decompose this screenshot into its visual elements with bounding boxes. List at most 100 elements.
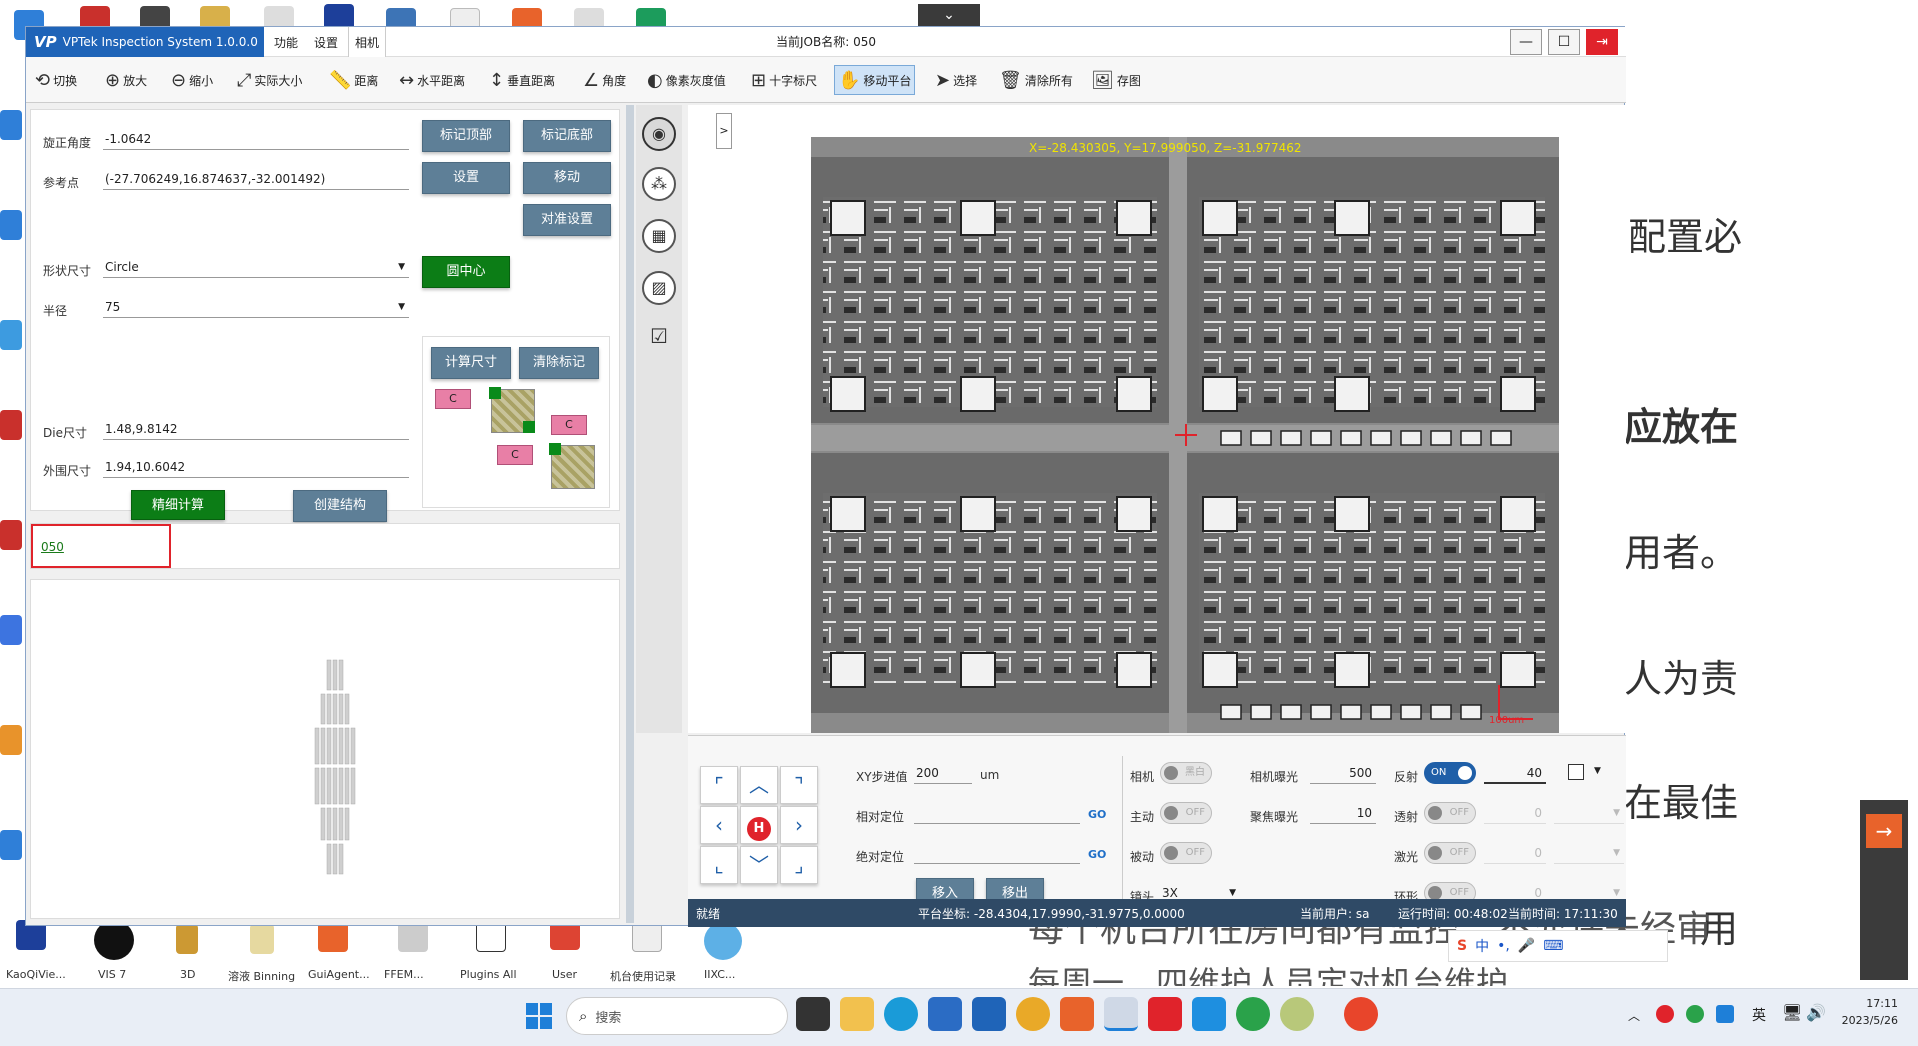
camera-mode-toggle[interactable]: 黑白 — [1160, 762, 1212, 784]
tool-vertical-distance[interactable]: ↕ 垂直距离 — [486, 65, 558, 95]
tool-actual-size[interactable]: ⤢ 实际大小 — [234, 65, 305, 95]
menu-function[interactable]: 功能 — [274, 34, 298, 51]
desktop-icon[interactable] — [0, 520, 22, 550]
laser-input[interactable]: 0 — [1484, 842, 1546, 864]
tool-clear-all[interactable]: 🗑 清除所有 — [996, 65, 1076, 95]
tool-zoom-out[interactable]: ⊖ 缩小 — [168, 65, 216, 95]
grid-icon[interactable]: ▦ — [642, 219, 676, 253]
mail-icon[interactable] — [972, 997, 1006, 1031]
app-icon[interactable] — [1192, 997, 1226, 1031]
image-icon[interactable]: ▨ — [642, 271, 676, 305]
job-item-highlight[interactable]: 050 — [31, 524, 171, 568]
die-size-input[interactable]: 1.48,9.8142 — [103, 418, 409, 440]
app-icon[interactable] — [1344, 997, 1378, 1031]
home-button[interactable]: H — [740, 806, 778, 844]
xy-step-input[interactable]: 200 — [914, 762, 972, 784]
ime-language[interactable]: 英 — [1752, 1005, 1766, 1025]
ime-toolbar[interactable]: S 中 •, 🎤 ⌨ — [1448, 930, 1668, 962]
desktop-icon[interactable] — [0, 830, 22, 860]
desktop-icon[interactable] — [0, 410, 22, 440]
laser-select[interactable]: ▼ — [1554, 842, 1624, 864]
tray-icon[interactable] — [1716, 1005, 1734, 1023]
setup-button[interactable]: 设置 — [422, 162, 510, 194]
absolute-position-input[interactable] — [914, 842, 1080, 864]
align-setup-button[interactable]: 对准设置 — [523, 204, 611, 236]
transmit-toggle[interactable]: OFF — [1424, 802, 1476, 824]
clear-mark-button[interactable]: 清除标记 — [519, 347, 599, 379]
desktop-icon[interactable] — [250, 924, 274, 954]
desktop-icon[interactable] — [398, 922, 428, 952]
tray-icon[interactable] — [1686, 1005, 1704, 1023]
tool-zoom-in[interactable]: ⊕ 放大 — [102, 65, 150, 95]
wps-icon[interactable] — [1148, 997, 1182, 1031]
relative-position-input[interactable] — [914, 802, 1080, 824]
tool-crosshair[interactable]: ⊞ 十字标尺 — [748, 65, 820, 95]
checklist-icon[interactable]: ☑ — [642, 321, 676, 355]
minimize-icon[interactable]: — — [1510, 29, 1542, 55]
edge-icon[interactable] — [884, 997, 918, 1031]
camera-image[interactable]: X=-28.430305, Y=17.999050, Z=-31.977462 … — [811, 137, 1559, 733]
desktop-icon[interactable] — [476, 922, 506, 952]
splitter[interactable] — [626, 105, 634, 923]
jog-up-right-icon[interactable]: ⌝ — [780, 766, 818, 804]
chevron-down-icon[interactable]: ⌄ — [918, 4, 980, 26]
expand-button[interactable]: > — [716, 113, 732, 149]
desktop-icon[interactable] — [0, 725, 22, 755]
tool-select[interactable]: ➤ 选择 — [932, 65, 980, 95]
laser-toggle[interactable]: OFF — [1424, 842, 1476, 864]
transmit-select[interactable]: ▼ — [1554, 802, 1624, 824]
color-picker[interactable] — [1568, 764, 1584, 780]
jog-up-left-icon[interactable]: ⌜ — [700, 766, 738, 804]
vptek-taskbar-icon[interactable] — [1104, 997, 1138, 1031]
precise-calc-button[interactable]: 精细计算 — [131, 490, 225, 520]
bga-icon[interactable]: ⁂ — [642, 167, 676, 201]
tool-angle[interactable]: ∠ 角度 — [580, 65, 629, 95]
speaker-icon[interactable]: 🔊 — [1806, 1003, 1826, 1022]
taskview-icon[interactable] — [796, 997, 830, 1031]
windows-start-icon[interactable] — [526, 1003, 552, 1029]
maximize-icon[interactable]: ☐ — [1548, 29, 1580, 55]
relative-go-button[interactable]: GO — [1088, 808, 1106, 821]
desktop-icon[interactable] — [0, 615, 22, 645]
tool-gray-value[interactable]: ◐ 像素灰度值 — [644, 65, 729, 95]
wechat-icon[interactable] — [1236, 997, 1270, 1031]
jog-down-right-icon[interactable]: ⌟ — [780, 846, 818, 884]
radius-select[interactable]: 75 ▼ — [103, 296, 409, 318]
jog-down-icon[interactable]: ﹀ — [740, 846, 778, 884]
tool-move-platform[interactable]: ✋ 移动平台 — [834, 65, 916, 95]
desktop-icon[interactable] — [632, 922, 662, 952]
ref-point-input[interactable]: (-27.706249,16.874637,-32.001492) — [103, 168, 409, 190]
reflect-input[interactable]: 40 — [1484, 762, 1546, 784]
chevron-up-icon[interactable]: ︿ — [1628, 1007, 1640, 1024]
job-link[interactable]: 050 — [41, 540, 64, 554]
arrow-right-icon[interactable]: → — [1866, 814, 1902, 848]
taskbar-clock[interactable]: 17:11 2023/5/26 — [1836, 997, 1898, 1027]
menu-camera[interactable]: 相机 — [348, 27, 387, 57]
outer-size-input[interactable]: 1.94,10.6042 — [103, 456, 409, 478]
store-icon[interactable] — [928, 997, 962, 1031]
circle-center-button[interactable]: 圆中心 — [422, 256, 510, 288]
tool-distance[interactable]: 📏 距离 — [326, 65, 381, 95]
rotation-input[interactable]: -1.0642 — [103, 128, 409, 150]
jog-right-icon[interactable]: › — [780, 806, 818, 844]
desktop-icon[interactable] — [0, 320, 22, 350]
absolute-go-button[interactable]: GO — [1088, 848, 1106, 861]
app-icon[interactable] — [1060, 997, 1094, 1031]
exit-icon[interactable]: ⇥ — [1586, 29, 1618, 55]
passive-toggle[interactable]: OFF — [1160, 842, 1212, 864]
file-explorer-icon[interactable] — [840, 997, 874, 1031]
tray-icon[interactable] — [1656, 1005, 1674, 1023]
taskbar-search[interactable]: ⌕ 搜索 — [566, 997, 788, 1035]
calc-size-button[interactable]: 计算尺寸 — [431, 347, 511, 379]
transmit-input[interactable]: 0 — [1484, 802, 1546, 824]
jog-left-icon[interactable]: ‹ — [700, 806, 738, 844]
mark-bottom-button[interactable]: 标记底部 — [523, 120, 611, 152]
focus-exposure-input[interactable]: 10 — [1310, 802, 1376, 824]
menu-settings[interactable]: 设置 — [314, 34, 338, 51]
tool-horizontal-distance[interactable]: ↔ 水平距离 — [396, 65, 468, 95]
camera-icon[interactable]: ◉ — [642, 117, 676, 151]
mark-top-button[interactable]: 标记顶部 — [422, 120, 510, 152]
tool-save-image[interactable]: 🖼 存图 — [1088, 65, 1144, 95]
move-button[interactable]: 移动 — [523, 162, 611, 194]
jog-up-icon[interactable]: ︿ — [740, 766, 778, 804]
